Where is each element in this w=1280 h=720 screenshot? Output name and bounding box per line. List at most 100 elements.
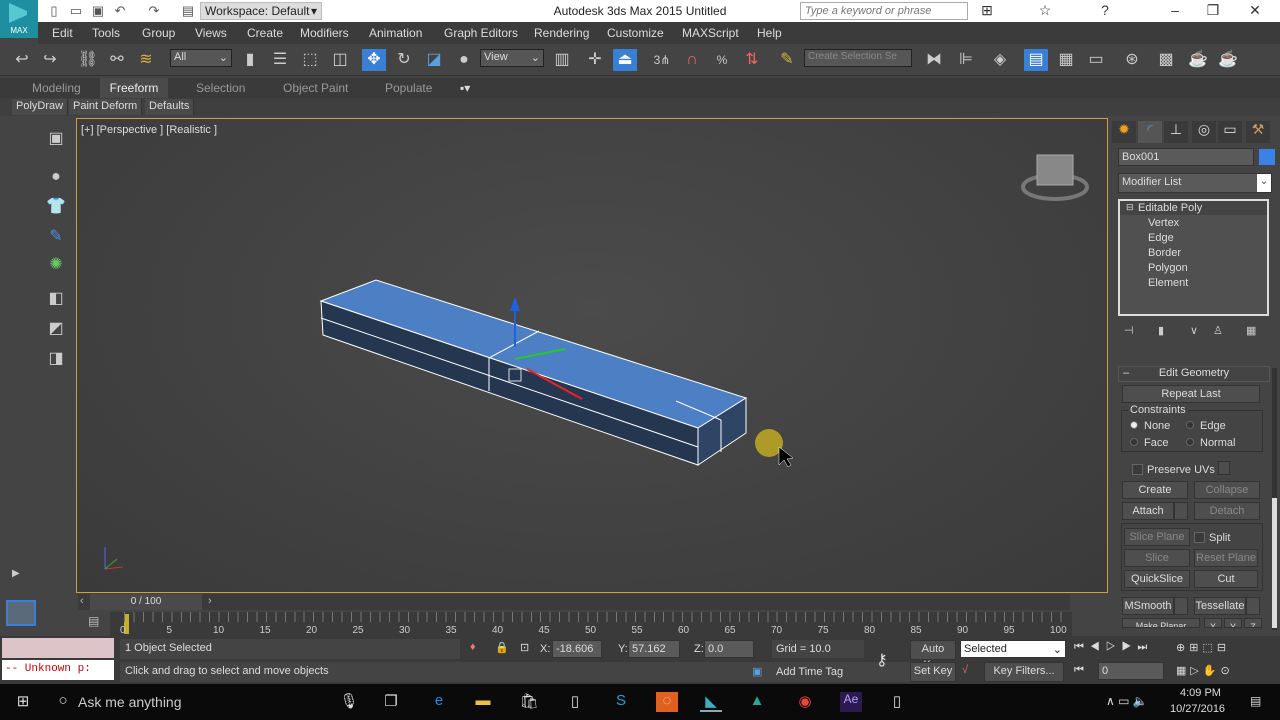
panel-paint-deform[interactable]: Paint Deform xyxy=(69,99,143,115)
tab-modeling[interactable]: Modeling xyxy=(24,78,89,98)
task-view-icon[interactable]: ❐ xyxy=(380,692,402,712)
quickslice-button[interactable]: QuickSlice xyxy=(1124,570,1190,588)
repeat-last-button[interactable]: Repeat Last xyxy=(1122,385,1260,403)
microphone-icon[interactable]: 🎙 xyxy=(338,692,360,712)
msmooth-settings-button[interactable] xyxy=(1174,597,1188,615)
tab-object-paint[interactable]: Object Paint xyxy=(275,78,356,98)
stack-item-element[interactable]: Element xyxy=(1148,277,1188,289)
menu-graph-editors[interactable]: Graph Editors xyxy=(444,26,518,40)
container-icon[interactable]: ▣ xyxy=(44,128,68,152)
3ds-max-taskbar-icon[interactable]: ◣ xyxy=(700,692,722,712)
spinner-snap-icon[interactable]: ⇅ xyxy=(740,49,764,71)
object-color-swatch[interactable] xyxy=(1259,149,1275,165)
reset-plane-button[interactable]: Reset Plane xyxy=(1194,549,1258,567)
current-frame-field[interactable]: 0 xyxy=(1098,662,1164,680)
viewport-navigation-controls-2[interactable]: ▦▷✋⊙ xyxy=(1176,664,1234,677)
split-checkbox[interactable] xyxy=(1194,532,1205,543)
tessellate-button[interactable]: Tessellate xyxy=(1194,597,1246,615)
menu-customize[interactable]: Customize xyxy=(607,26,664,40)
curve-editor-icon[interactable]: ▭ xyxy=(1084,49,1108,71)
attach-settings-button[interactable] xyxy=(1174,502,1188,520)
reference-coordinate-dropdown[interactable]: View ⌄ xyxy=(480,49,544,67)
set-key-icon[interactable]: ⚷ xyxy=(876,650,888,670)
store-icon[interactable]: 🛍 xyxy=(518,692,540,712)
object-name-field[interactable]: Box001 xyxy=(1118,148,1254,166)
key-filters-button[interactable]: Key Filters... xyxy=(984,662,1064,682)
remove-modifier-icon[interactable]: ♙ xyxy=(1213,324,1223,337)
key-mode-toggle-icon[interactable]: ⏮ xyxy=(1074,664,1084,677)
pivot-center-icon[interactable]: ▥ xyxy=(550,49,574,71)
msmooth-button[interactable]: MSmooth xyxy=(1122,597,1174,615)
windows-start-icon[interactable]: ⊞ xyxy=(12,692,34,712)
display-tab-icon[interactable]: ▭ xyxy=(1218,121,1242,143)
morph-icon[interactable]: ◨ xyxy=(44,348,68,372)
next-frame-icon[interactable]: › xyxy=(208,595,212,607)
link-icon[interactable]: ⛓ xyxy=(76,49,100,71)
selection-region-icon[interactable]: ⬚ xyxy=(298,49,322,71)
help-icon[interactable]: ? xyxy=(1090,2,1120,18)
x-coordinate-field[interactable]: -18.606 xyxy=(552,640,602,658)
make-planar-button[interactable]: Make Planar xyxy=(1122,618,1200,628)
create-button[interactable]: Create xyxy=(1122,481,1188,499)
make-unique-icon[interactable]: ∨ xyxy=(1190,324,1198,337)
make-planar-y-button[interactable]: Y xyxy=(1224,618,1242,628)
stack-item-border[interactable]: Border xyxy=(1148,247,1181,259)
stack-item-polygon[interactable]: Polygon xyxy=(1148,262,1188,274)
app-logo[interactable]: MAX xyxy=(0,0,38,38)
sphere-icon[interactable]: ● xyxy=(44,168,68,192)
placement-icon[interactable]: ● xyxy=(452,49,476,71)
collapse-button[interactable]: Collapse xyxy=(1194,481,1260,499)
select-by-name-icon[interactable]: ☰ xyxy=(268,49,292,71)
system-tray-icons[interactable]: ∧ ▭ 🔈 xyxy=(1106,694,1148,708)
menu-tools[interactable]: Tools xyxy=(92,26,120,40)
attach-button[interactable]: Attach xyxy=(1122,502,1174,520)
panel-defaults[interactable]: Defaults xyxy=(145,99,195,115)
menu-help[interactable]: Help xyxy=(757,26,782,40)
select-object-icon[interactable]: ▮ xyxy=(238,49,262,71)
expand-track-icon[interactable]: ▶ xyxy=(12,568,20,579)
hierarchy-tab-icon[interactable]: ⊥ xyxy=(1164,121,1188,143)
mirror-icon[interactable]: ⧓ xyxy=(922,49,946,71)
clock-date[interactable]: 10/27/2016 xyxy=(1170,703,1225,715)
add-time-tag-button[interactable]: Add Time Tag xyxy=(772,662,864,682)
perspective-viewport[interactable]: [+] [Perspective ] [Realistic ] xyxy=(76,118,1108,593)
cortana-icon[interactable]: ○ xyxy=(52,692,74,712)
star-icon[interactable]: ☆ xyxy=(1030,2,1060,19)
notification-center-icon[interactable]: ▤ xyxy=(1250,694,1261,708)
cut-button[interactable]: Cut xyxy=(1194,570,1258,588)
tab-freeform[interactable]: Freeform xyxy=(100,78,168,98)
modifier-list-dropdown[interactable]: Modifier List ⌄ xyxy=(1118,173,1272,193)
menu-group[interactable]: Group xyxy=(142,26,175,40)
maxscript-listener-input[interactable]: -- Unknown p: xyxy=(2,660,114,680)
constraint-edge-radio[interactable] xyxy=(1186,421,1194,429)
detach-button[interactable]: Detach xyxy=(1194,502,1260,520)
create-tab-icon[interactable]: ✹ xyxy=(1112,121,1136,143)
snaps-toggle-icon[interactable]: 3⋔ xyxy=(650,49,674,71)
unlink-icon[interactable]: ⚯ xyxy=(105,49,129,71)
window-crossing-icon[interactable]: ◫ xyxy=(328,49,352,71)
pin-stack-icon[interactable]: ⊣ xyxy=(1124,324,1134,337)
unwrap-icon[interactable]: ◧ xyxy=(44,288,68,312)
constraint-face-radio[interactable] xyxy=(1130,438,1138,446)
show-end-result-icon[interactable]: ▮ xyxy=(1158,324,1164,337)
scene-explorer-icon[interactable]: ▤ xyxy=(1024,49,1048,71)
constraint-none-radio[interactable] xyxy=(1130,421,1138,429)
time-slider-thumb[interactable]: 0 / 100 xyxy=(90,594,202,610)
preserve-uvs-settings-button[interactable] xyxy=(1218,461,1230,475)
file-explorer-icon[interactable]: ▬ xyxy=(472,692,494,712)
render-setup-icon[interactable]: ☕ xyxy=(1186,49,1210,71)
menu-maxscript[interactable]: MAXScript xyxy=(682,26,739,40)
utilities-tab-icon[interactable]: ⚒ xyxy=(1246,121,1270,143)
mini-curve-editor-button[interactable] xyxy=(6,600,36,626)
menu-modifiers[interactable]: Modifiers xyxy=(300,26,349,40)
chrome-icon[interactable]: ◉ xyxy=(794,692,816,712)
isolate-selection-icon[interactable]: ♦ xyxy=(470,641,476,653)
track-bar[interactable]: 0 5 10 15 20 25 30 35 40 45 50 55 60 65 70 75 80 85 90 95 10… xyxy=(110,612,1072,636)
render-icon[interactable]: ☕ xyxy=(1216,49,1240,71)
command-panel-scrollbar[interactable] xyxy=(1272,368,1277,630)
binoculars-icon[interactable]: ⊞ xyxy=(972,2,1002,19)
bind-space-warp-icon[interactable]: ≋ xyxy=(134,49,158,71)
viewcube[interactable] xyxy=(1021,154,1089,201)
motion-tab-icon[interactable]: ◎ xyxy=(1192,121,1216,143)
cloth-icon[interactable]: 👕 xyxy=(44,196,68,220)
